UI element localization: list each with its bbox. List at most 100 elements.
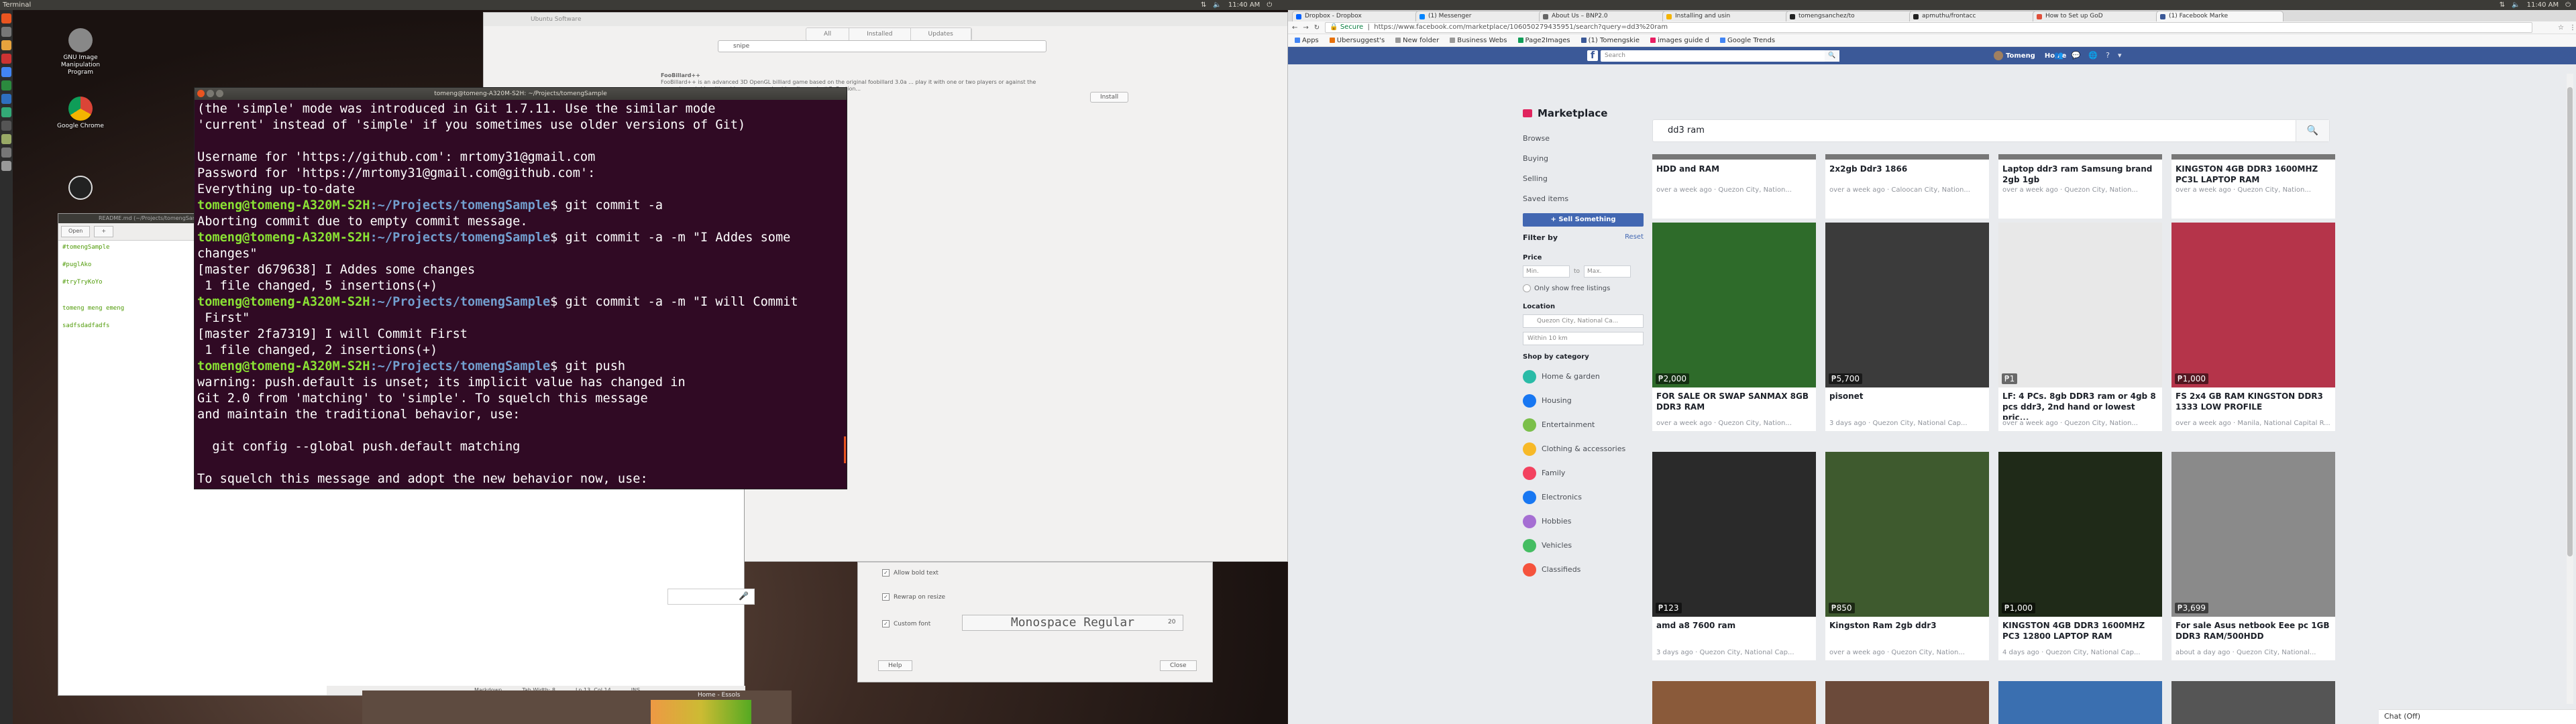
install-button[interactable]: Install bbox=[1090, 92, 1129, 103]
category-item[interactable]: Home & garden bbox=[1523, 365, 1644, 389]
listing-card-partial[interactable] bbox=[1998, 681, 2162, 724]
sidebar-link-saved[interactable]: Saved items bbox=[1523, 189, 1644, 209]
page-scrollbar[interactable] bbox=[2567, 74, 2573, 704]
trash-icon[interactable] bbox=[1, 161, 11, 171]
rewrap-option[interactable]: ✓ Rewrap on resize bbox=[882, 593, 945, 601]
power-icon-right[interactable]: ⏻ bbox=[2565, 0, 2571, 10]
browser-tab[interactable]: tomengsanchez/to bbox=[1786, 11, 1913, 21]
help-button[interactable]: Help bbox=[878, 660, 912, 671]
price-max-input[interactable]: Max. bbox=[1584, 265, 1631, 278]
category-item[interactable]: Clothing & accessories bbox=[1523, 437, 1644, 461]
bookmark-item[interactable]: New folder bbox=[1395, 37, 1439, 44]
settings-icon[interactable] bbox=[1, 147, 11, 158]
reload-icon[interactable]: ↻ bbox=[1314, 24, 1320, 32]
allow-bold-option[interactable]: ✓ Allow bold text bbox=[882, 569, 938, 577]
maximize-window-icon[interactable] bbox=[216, 90, 223, 97]
desktop-icon-chrome[interactable]: Google Chrome bbox=[50, 97, 111, 130]
browser-tab[interactable]: About Us – BNP2.0 bbox=[1539, 11, 1666, 21]
sidebar-link-buying[interactable]: Buying bbox=[1523, 149, 1644, 169]
category-item[interactable]: Hobbies bbox=[1523, 509, 1644, 534]
browser-tab[interactable]: How to Set up GoD bbox=[2033, 11, 2160, 21]
google-search-box[interactable] bbox=[667, 589, 755, 605]
firefox-icon[interactable] bbox=[1, 40, 11, 50]
clock-left[interactable]: 11:40 AM bbox=[1228, 0, 1260, 10]
clock-right[interactable]: 11:40 AM bbox=[2527, 0, 2559, 10]
listing-card[interactable]: ₱5,700 pisonet 3 days ago · Quezon City, N… bbox=[1825, 223, 1989, 431]
messages-icon[interactable]: 💬 bbox=[2072, 51, 2081, 60]
custom-font-option[interactable]: ✓ Custom font bbox=[882, 620, 930, 627]
notifications-icon[interactable]: 🌐 bbox=[2088, 51, 2098, 60]
terminal-scrollbar[interactable] bbox=[844, 436, 846, 463]
listing-card-partial[interactable] bbox=[2171, 681, 2335, 724]
chrome-icon[interactable] bbox=[1, 67, 11, 77]
category-item[interactable]: Vehicles bbox=[1523, 534, 1644, 558]
price-min-input[interactable]: Min. bbox=[1523, 265, 1570, 278]
pdf-icon[interactable] bbox=[1, 54, 11, 64]
bookmark-item[interactable]: images guide d bbox=[1650, 37, 1709, 44]
open-button[interactable]: Open bbox=[61, 226, 91, 237]
listing-card[interactable]: ₱1 LF: 4 PCs. 8gb DDR3 ram or 4gb 8 pcs d… bbox=[1998, 223, 2162, 431]
checkbox-icon[interactable]: ✓ bbox=[882, 620, 890, 627]
bookmark-item[interactable]: Google Trends bbox=[1720, 37, 1775, 44]
desktop-icon-veritas[interactable] bbox=[50, 176, 111, 202]
power-icon[interactable]: ⏻ bbox=[1267, 0, 1272, 10]
listing-card[interactable]: ₱1,000 KINGSTON 4GB DDR3 1600MHZ PC3 1280… bbox=[1998, 452, 2162, 660]
bookmark-item[interactable]: Apps bbox=[1295, 37, 1319, 44]
bookmark-item[interactable]: Business Webs bbox=[1450, 37, 1507, 44]
bookmark-item[interactable]: Page2Images bbox=[1518, 37, 1570, 44]
terminal-icon[interactable] bbox=[1, 121, 11, 131]
listing-card[interactable]: Laptop ddr3 ram Samsung brand 2gb 1gb ove… bbox=[1998, 154, 2162, 219]
terminal-output[interactable]: (the 'simple' mode was introduced in Git… bbox=[195, 100, 847, 489]
chat-bar[interactable]: Chat (Off) bbox=[2379, 709, 2576, 724]
browser-tab[interactable]: (1) Facebook Marke bbox=[2156, 11, 2284, 21]
friend-requests-icon[interactable]: 👥 bbox=[2054, 51, 2063, 60]
new-tab-icon[interactable]: + bbox=[94, 226, 114, 237]
marketplace-search-icon[interactable]: 🔍 bbox=[2296, 120, 2329, 141]
software-search-input[interactable]: snipe bbox=[718, 40, 1046, 52]
secure-badge[interactable]: 🔒 Secure bbox=[1330, 23, 1363, 31]
desktop-icon-gimp[interactable]: GNU Image Manipulation Program bbox=[50, 28, 111, 76]
files-icon[interactable] bbox=[1, 27, 11, 37]
listing-card[interactable]: 2x2gb Ddr3 1866 over a week ago · Calooca… bbox=[1825, 154, 1989, 219]
reset-link[interactable]: Reset bbox=[1625, 233, 1644, 242]
bookmark-item[interactable]: (1) Tomengskie bbox=[1581, 37, 1640, 44]
ubuntu-dash-icon[interactable] bbox=[1, 13, 11, 23]
bookmark-item[interactable]: Ubersuggest's bbox=[1330, 37, 1385, 44]
tab-updates[interactable]: Updates bbox=[910, 28, 971, 40]
listing-card[interactable]: ₱1,000 FS 2x4 GB RAM KINGSTON DDR3 1333 L… bbox=[2171, 223, 2335, 431]
software-icon[interactable] bbox=[1, 107, 11, 117]
network-icon[interactable]: ⇅ bbox=[1201, 0, 1206, 10]
editor-icon[interactable] bbox=[1, 134, 11, 144]
browser-tab[interactable]: apmuthu/frontacc bbox=[1909, 11, 2037, 21]
sidebar-link-browse[interactable]: Browse bbox=[1523, 129, 1644, 149]
category-item[interactable]: Electronics bbox=[1523, 485, 1644, 509]
account-menu-icon[interactable]: ▾ bbox=[2118, 51, 2122, 60]
network-icon-right[interactable]: ⇅ bbox=[2500, 0, 2505, 10]
radius-select[interactable]: Within 10 km bbox=[1523, 332, 1644, 345]
sidebar-link-selling[interactable]: Selling bbox=[1523, 169, 1644, 189]
category-item[interactable]: Classifieds bbox=[1523, 558, 1644, 582]
tab-installed[interactable]: Installed bbox=[849, 28, 911, 40]
profile-link[interactable]: Tomeng bbox=[1994, 51, 2035, 60]
url-input[interactable]: 🔒 Secure | https://www.facebook.com/mark… bbox=[1325, 22, 2533, 33]
browser-tab[interactable]: Installing and usin bbox=[1662, 11, 1790, 21]
category-item[interactable]: Housing bbox=[1523, 389, 1644, 413]
location-input[interactable]: Quezon City, National Ca... bbox=[1523, 314, 1644, 328]
listing-card-partial[interactable] bbox=[1825, 681, 1989, 724]
checkbox-icon[interactable]: ✓ bbox=[882, 593, 890, 601]
free-listings-toggle[interactable]: Only show free listings bbox=[1523, 284, 1644, 292]
bookmark-star-icon[interactable]: ☆ bbox=[2558, 24, 2564, 32]
close-button[interactable]: Close bbox=[1160, 660, 1197, 671]
forward-icon[interactable]: → bbox=[1303, 24, 1308, 32]
category-item[interactable]: Family bbox=[1523, 461, 1644, 485]
category-item[interactable]: Entertainment bbox=[1523, 413, 1644, 437]
facebook-logo-icon[interactable]: f bbox=[1587, 50, 1598, 61]
spreadsheet-icon[interactable] bbox=[1, 80, 11, 90]
sell-something-button[interactable]: + Sell Something bbox=[1523, 213, 1644, 227]
listing-card[interactable]: HDD and RAM over a week ago · Quezon City… bbox=[1652, 154, 1816, 219]
volume-icon[interactable]: 🔈 bbox=[1213, 0, 1221, 10]
minimize-window-icon[interactable] bbox=[207, 90, 214, 97]
menu-icon[interactable]: ⋮ bbox=[2569, 24, 2576, 32]
back-icon[interactable]: ← bbox=[1292, 24, 1297, 32]
close-window-icon[interactable] bbox=[197, 90, 205, 97]
